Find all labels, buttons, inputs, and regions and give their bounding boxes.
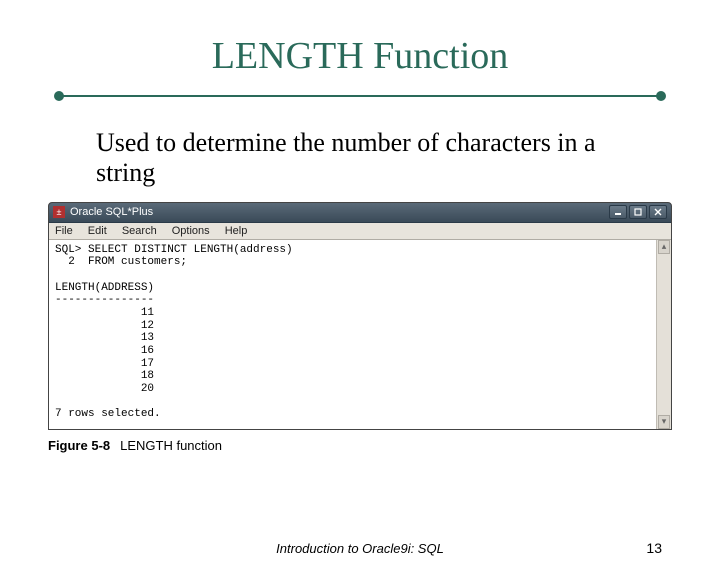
titlebar: ± Oracle SQL*Plus bbox=[49, 203, 671, 223]
figure-caption-text: LENGTH function bbox=[120, 438, 222, 453]
menu-search[interactable]: Search bbox=[122, 225, 157, 237]
menu-edit[interactable]: Edit bbox=[88, 225, 107, 237]
close-icon bbox=[654, 208, 662, 216]
minimize-button[interactable] bbox=[609, 205, 627, 219]
result-row: 18 bbox=[55, 370, 154, 382]
sql-line-2: 2 FROM customers; bbox=[55, 256, 187, 268]
menubar: File Edit Search Options Help bbox=[49, 223, 671, 240]
result-row: 13 bbox=[55, 332, 154, 344]
footer-center: Introduction to Oracle9i: SQL bbox=[0, 541, 720, 556]
rows-selected: 7 rows selected. bbox=[55, 408, 161, 420]
window-buttons bbox=[609, 205, 667, 219]
result-row: 16 bbox=[55, 345, 154, 357]
figure-caption-label: Figure 5-8 bbox=[48, 438, 110, 453]
result-row: 12 bbox=[55, 320, 154, 332]
scroll-up-button[interactable]: ▴ bbox=[658, 240, 670, 254]
figure: ± Oracle SQL*Plus File Edit Sea bbox=[48, 202, 672, 453]
result-row: 17 bbox=[55, 358, 154, 370]
close-button[interactable] bbox=[649, 205, 667, 219]
maximize-button[interactable] bbox=[629, 205, 647, 219]
app-icon: ± bbox=[53, 206, 65, 218]
result-divider: --------------- bbox=[55, 294, 154, 306]
rule-bar bbox=[60, 95, 660, 97]
title-rule bbox=[54, 92, 666, 100]
minimize-icon bbox=[614, 208, 622, 216]
sql-line-1: SQL> SELECT DISTINCT LENGTH(address) bbox=[55, 244, 293, 256]
slide: LENGTH Function Used to determine the nu… bbox=[0, 34, 720, 574]
result-row: 11 bbox=[55, 307, 154, 319]
figure-caption: Figure 5-8 LENGTH function bbox=[48, 438, 672, 453]
scroll-down-button[interactable]: ▾ bbox=[658, 415, 670, 429]
sqlplus-window: ± Oracle SQL*Plus File Edit Sea bbox=[48, 202, 672, 430]
maximize-icon bbox=[634, 208, 642, 216]
result-header: LENGTH(ADDRESS) bbox=[55, 282, 154, 294]
slide-body-text: Used to determine the number of characte… bbox=[96, 128, 624, 188]
menu-help[interactable]: Help bbox=[225, 225, 248, 237]
menu-options[interactable]: Options bbox=[172, 225, 210, 237]
menu-file[interactable]: File bbox=[55, 225, 73, 237]
page-number: 13 bbox=[646, 540, 662, 556]
window-title: Oracle SQL*Plus bbox=[70, 206, 609, 218]
rule-dot-right bbox=[656, 91, 666, 101]
scrollbar[interactable]: ▴ ▾ bbox=[656, 240, 671, 429]
slide-title: LENGTH Function bbox=[0, 34, 720, 78]
terminal-output[interactable]: SQL> SELECT DISTINCT LENGTH(address) 2 F… bbox=[49, 240, 671, 429]
result-row: 20 bbox=[55, 383, 154, 395]
